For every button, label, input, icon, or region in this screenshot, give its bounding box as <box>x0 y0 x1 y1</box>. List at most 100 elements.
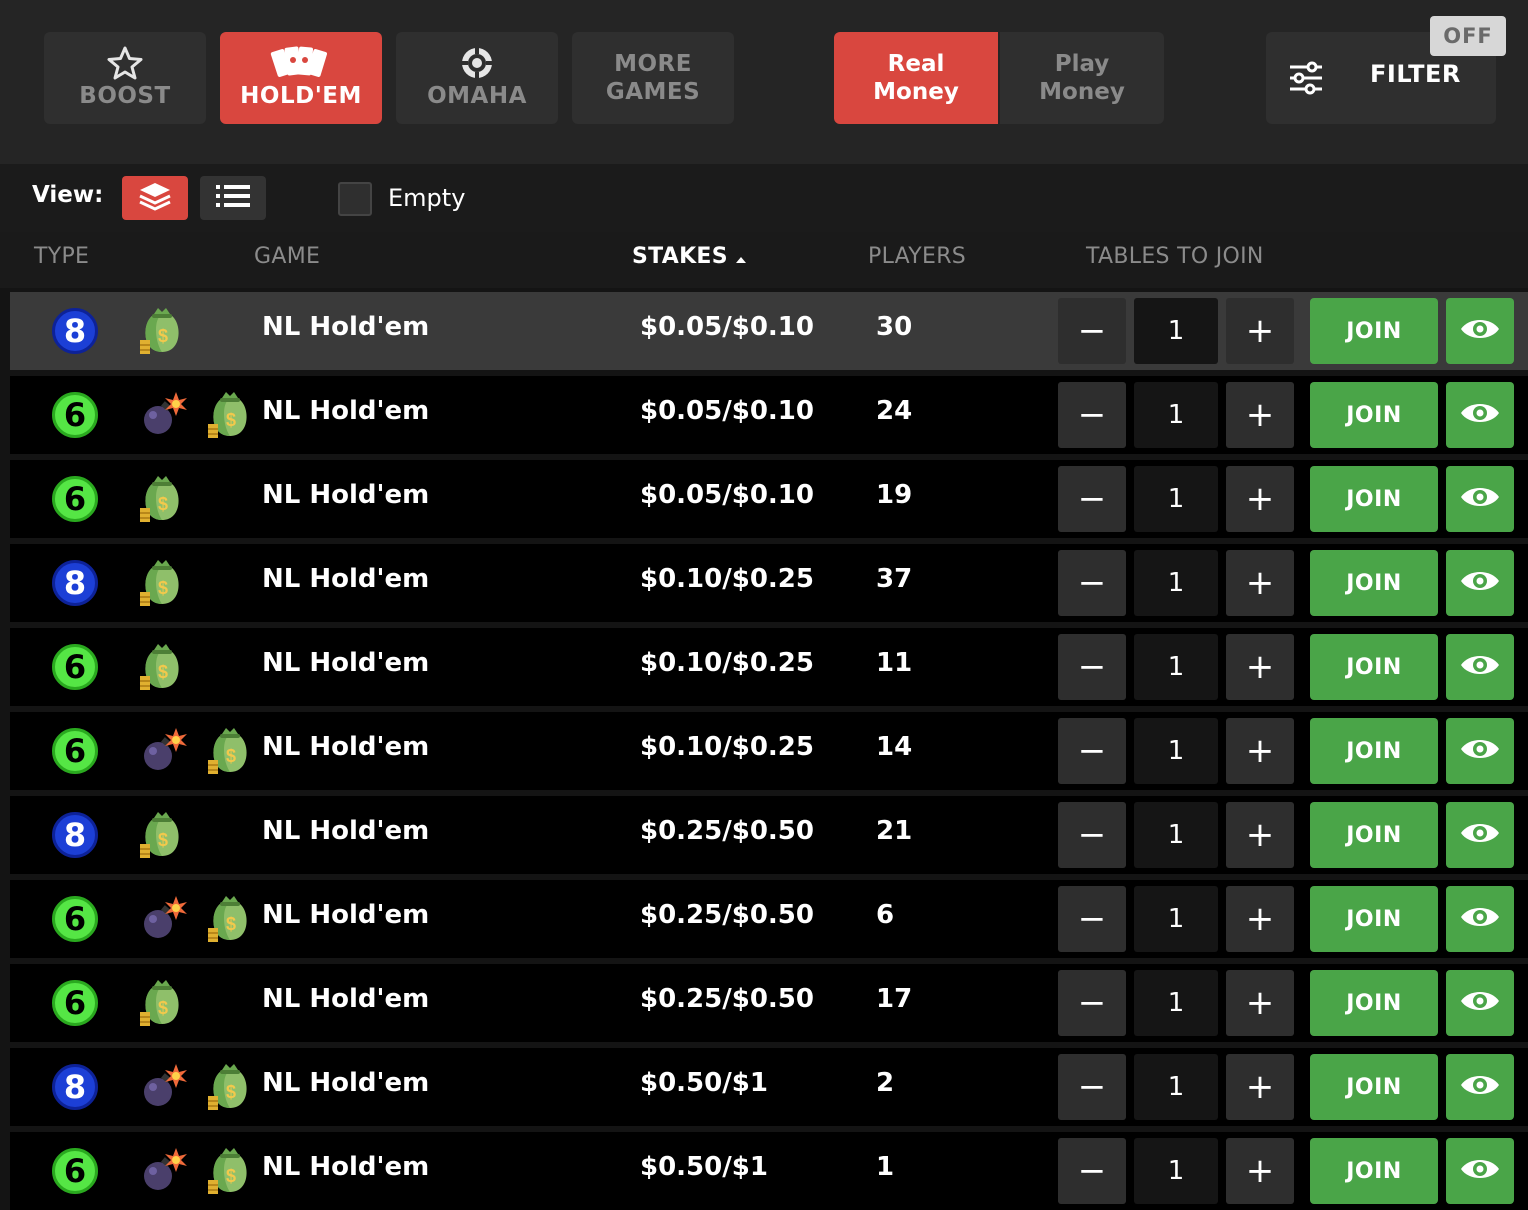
tab-more-games[interactable]: MORE GAMES <box>572 32 734 124</box>
increment-tables-button[interactable]: + <box>1226 634 1294 700</box>
tab-omaha[interactable]: OMAHA <box>396 32 558 124</box>
table-row[interactable]: 8 $ NL Hold'em $0.50/$1 2 − 1 + JOIN <box>10 1048 1528 1126</box>
watch-table-button[interactable] <box>1446 298 1514 364</box>
watch-table-button[interactable] <box>1446 718 1514 784</box>
table-type-badge: 8 <box>52 308 98 354</box>
join-button[interactable]: JOIN <box>1310 802 1438 868</box>
tab-holdem[interactable]: HOLD'EM <box>220 32 382 124</box>
increment-tables-button[interactable]: + <box>1226 802 1294 868</box>
tables-to-join-input[interactable]: 1 <box>1134 802 1218 868</box>
table-row[interactable]: 8 $ NL Hold'em $0.05/$0.10 30 − 1 + JOIN <box>10 292 1528 370</box>
column-header-stakes[interactable]: STAKES <box>632 244 728 269</box>
decrement-tables-button[interactable]: − <box>1058 1138 1126 1204</box>
increment-tables-button[interactable]: + <box>1226 382 1294 448</box>
join-button[interactable]: JOIN <box>1310 382 1438 448</box>
players-count: 14 <box>876 732 913 762</box>
decrement-tables-button[interactable]: − <box>1058 466 1126 532</box>
table-header <box>0 232 1528 288</box>
tab-omaha-label: OMAHA <box>427 83 527 109</box>
increment-tables-button[interactable]: + <box>1226 970 1294 1036</box>
tables-to-join-input[interactable]: 1 <box>1134 382 1218 448</box>
table-type-badge: 6 <box>52 896 98 942</box>
tables-to-join-input[interactable]: 1 <box>1134 970 1218 1036</box>
table-row[interactable]: 8 $ NL Hold'em $0.10/$0.25 37 − 1 + JOIN <box>10 544 1528 622</box>
watch-table-button[interactable] <box>1446 970 1514 1036</box>
column-header-type[interactable]: TYPE <box>34 244 89 269</box>
empty-checkbox[interactable] <box>338 182 372 216</box>
watch-table-button[interactable] <box>1446 466 1514 532</box>
filter-status-badge[interactable]: OFF <box>1430 16 1506 56</box>
table-row[interactable]: 6 $ NL Hold'em $0.25/$0.50 17 − 1 + JOIN <box>10 964 1528 1042</box>
decrement-tables-button[interactable]: − <box>1058 1054 1126 1120</box>
watch-table-button[interactable] <box>1446 382 1514 448</box>
play-money-button[interactable]: Play Money <box>1000 32 1164 124</box>
tables-to-join-input[interactable]: 1 <box>1134 1138 1218 1204</box>
table-row[interactable]: 6 $ NL Hold'em $0.05/$0.10 19 − 1 + JOIN <box>10 460 1528 538</box>
increment-tables-button[interactable]: + <box>1226 886 1294 952</box>
decrement-tables-button[interactable]: − <box>1058 634 1126 700</box>
watch-table-button[interactable] <box>1446 634 1514 700</box>
decrement-tables-button[interactable]: − <box>1058 886 1126 952</box>
table-type-badge: 8 <box>52 812 98 858</box>
join-button[interactable]: JOIN <box>1310 970 1438 1036</box>
increment-tables-button[interactable]: + <box>1226 1054 1294 1120</box>
table-type-badge: 8 <box>52 560 98 606</box>
join-button[interactable]: JOIN <box>1310 718 1438 784</box>
column-header-players[interactable]: PLAYERS <box>868 244 966 269</box>
svg-text:$: $ <box>158 326 168 346</box>
players-count: 30 <box>876 312 913 342</box>
money-bag-icon: $ <box>206 726 254 780</box>
join-button[interactable]: JOIN <box>1310 1138 1438 1204</box>
decrement-tables-button[interactable]: − <box>1058 298 1126 364</box>
table-row[interactable]: 6 $ NL Hold'em $0.25/$0.50 6 − 1 + JOIN <box>10 880 1528 958</box>
decrement-tables-button[interactable]: − <box>1058 802 1126 868</box>
join-button[interactable]: JOIN <box>1310 550 1438 616</box>
join-button[interactable]: JOIN <box>1310 466 1438 532</box>
decrement-tables-button[interactable]: − <box>1058 382 1126 448</box>
view-stacked-button[interactable] <box>122 176 188 220</box>
join-button[interactable]: JOIN <box>1310 1054 1438 1120</box>
watch-table-button[interactable] <box>1446 550 1514 616</box>
tables-to-join-input[interactable]: 1 <box>1134 550 1218 616</box>
view-list-button[interactable] <box>200 176 266 220</box>
tables-to-join-input[interactable]: 1 <box>1134 298 1218 364</box>
decrement-tables-button[interactable]: − <box>1058 718 1126 784</box>
tables-to-join-input[interactable]: 1 <box>1134 1054 1218 1120</box>
decrement-tables-button[interactable]: − <box>1058 550 1126 616</box>
increment-tables-button[interactable]: + <box>1226 550 1294 616</box>
increment-tables-button[interactable]: + <box>1226 718 1294 784</box>
join-button[interactable]: JOIN <box>1310 886 1438 952</box>
stakes-value: $0.10/$0.25 <box>640 732 814 762</box>
table-row[interactable]: 6 $ NL Hold'em $0.10/$0.25 11 − 1 + JOIN <box>10 628 1528 706</box>
table-row[interactable]: 6 $ NL Hold'em $0.50/$1 1 − 1 + JOIN <box>10 1132 1528 1210</box>
cards-icon <box>270 46 332 80</box>
tables-to-join-input[interactable]: 1 <box>1134 466 1218 532</box>
increment-tables-button[interactable]: + <box>1226 298 1294 364</box>
watch-table-button[interactable] <box>1446 1138 1514 1204</box>
watch-table-button[interactable] <box>1446 1054 1514 1120</box>
join-button[interactable]: JOIN <box>1310 298 1438 364</box>
game-name: NL Hold'em <box>262 1068 430 1098</box>
table-row[interactable]: 6 $ NL Hold'em $0.05/$0.10 24 − 1 + JOIN <box>10 376 1528 454</box>
table-row[interactable]: 6 $ NL Hold'em $0.10/$0.25 14 − 1 + JOIN <box>10 712 1528 790</box>
tables-to-join-input[interactable]: 1 <box>1134 886 1218 952</box>
table-type-badge: 6 <box>52 476 98 522</box>
table-row[interactable]: 8 $ NL Hold'em $0.25/$0.50 21 − 1 + JOIN <box>10 796 1528 874</box>
tab-boost[interactable]: BOOST <box>44 32 206 124</box>
real-money-button[interactable]: Real Money <box>834 32 998 124</box>
watch-table-button[interactable] <box>1446 886 1514 952</box>
tab-more-games-label: MORE GAMES <box>605 51 701 105</box>
decrement-tables-button[interactable]: − <box>1058 970 1126 1036</box>
column-header-game[interactable]: GAME <box>254 244 320 269</box>
tables-to-join-input[interactable]: 1 <box>1134 718 1218 784</box>
watch-table-button[interactable] <box>1446 802 1514 868</box>
eye-icon <box>1459 1156 1501 1186</box>
increment-tables-button[interactable]: + <box>1226 1138 1294 1204</box>
bomb-icon <box>138 726 188 780</box>
increment-tables-button[interactable]: + <box>1226 466 1294 532</box>
stakes-value: $0.50/$1 <box>640 1152 768 1182</box>
tab-boost-label: BOOST <box>79 83 171 109</box>
table-type-badge: 6 <box>52 980 98 1026</box>
join-button[interactable]: JOIN <box>1310 634 1438 700</box>
tables-to-join-input[interactable]: 1 <box>1134 634 1218 700</box>
